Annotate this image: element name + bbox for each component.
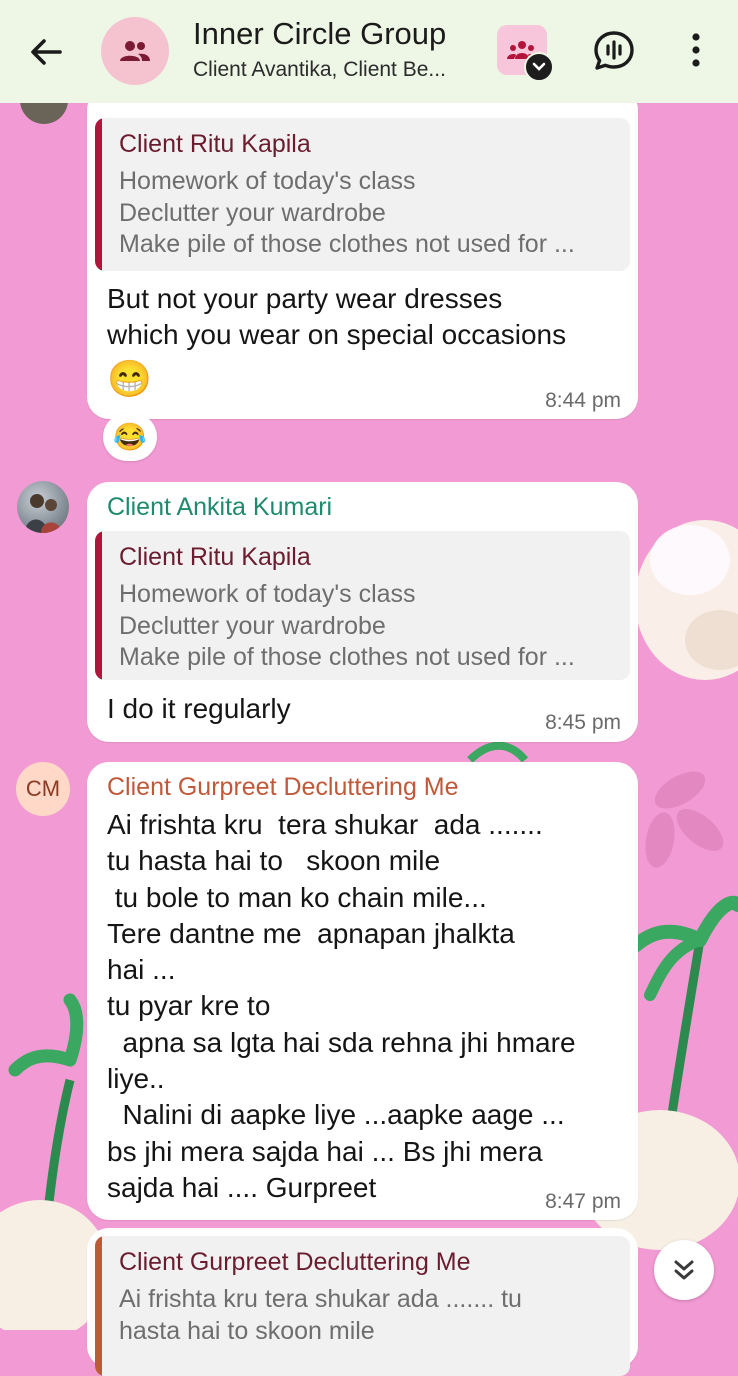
quote-line: Make pile of those clothes not used for … [119, 230, 575, 258]
message-time: 8:45 pm [545, 711, 621, 734]
message-bubble[interactable]: Client Gurpreet Decluttering Me Ai frish… [87, 762, 638, 1220]
chat-participants[interactable]: Client Avantika, Client Be... [193, 58, 446, 82]
sender-name[interactable]: Client Gurpreet Decluttering Me [107, 773, 459, 802]
message-text: I do it regularly [107, 693, 291, 724]
chat-header: Inner Circle Group Client Avantika, Clie… [0, 0, 738, 103]
quote-line: Make pile of those clothes not used for … [119, 643, 575, 671]
double-chevron-down-icon [674, 1260, 694, 1280]
quote-line: Declutter your wardrobe [119, 612, 386, 640]
quoted-message[interactable]: Client Ritu Kapila Homework of today's c… [95, 531, 630, 680]
voice-chat-icon [594, 31, 634, 70]
quoted-message[interactable]: Client Ritu Kapila Homework of today's c… [95, 118, 630, 271]
message-text: But not your party wear dresses which yo… [107, 283, 567, 351]
quote-line: Homework of today's class [119, 580, 416, 608]
avatar-photo-icon [25, 494, 61, 533]
quote-line: Declutter your wardrobe [119, 199, 386, 227]
quote-bar [95, 118, 102, 271]
quoted-message[interactable]: Client Gurpreet Decluttering Me Ai frish… [95, 1236, 630, 1376]
voice-chat-button[interactable] [591, 28, 637, 74]
message-time: 8:44 pm [545, 389, 621, 412]
message-text: Ai frishta kru tera shukar ada ....... t… [107, 809, 576, 1203]
chevron-down-icon [532, 62, 546, 71]
emoji: 😁 [107, 358, 152, 399]
message-time: 8:47 pm [545, 1190, 621, 1213]
scroll-to-bottom-button[interactable] [654, 1240, 714, 1300]
sender-avatar[interactable]: CM [16, 762, 70, 816]
message-bubble[interactable]: Client Ankita Kumari Client Ritu Kapila … [87, 482, 638, 742]
back-button[interactable] [24, 30, 68, 74]
message-bubble[interactable]: Client Ritu Kapila Homework of today's c… [87, 88, 638, 419]
quote-author: Client Ritu Kapila [119, 130, 311, 158]
more-options-button[interactable] [676, 28, 716, 74]
quote-bar [95, 531, 102, 680]
quote-bar [95, 1236, 102, 1376]
group-icon [120, 41, 150, 61]
quote-line: hasta hai to skoon mile [119, 1317, 375, 1345]
sender-avatar[interactable] [17, 481, 69, 533]
chat-title[interactable]: Inner Circle Group [193, 16, 446, 52]
more-vertical-icon [692, 33, 700, 67]
group-avatar[interactable] [101, 17, 169, 85]
community-dropdown[interactable] [524, 52, 554, 82]
quote-author: Client Ritu Kapila [119, 543, 311, 571]
reaction-badge[interactable]: 😂 [103, 413, 157, 461]
sender-name[interactable]: Client Ankita Kumari [107, 493, 332, 522]
back-arrow-icon [31, 39, 62, 65]
quote-author: Client Gurpreet Decluttering Me [119, 1248, 471, 1276]
quote-line: Ai frishta kru tera shukar ada ....... t… [119, 1285, 522, 1313]
message-bubble[interactable]: Client Gurpreet Decluttering Me Ai frish… [87, 1228, 638, 1376]
quote-line: Homework of today's class [119, 167, 416, 195]
